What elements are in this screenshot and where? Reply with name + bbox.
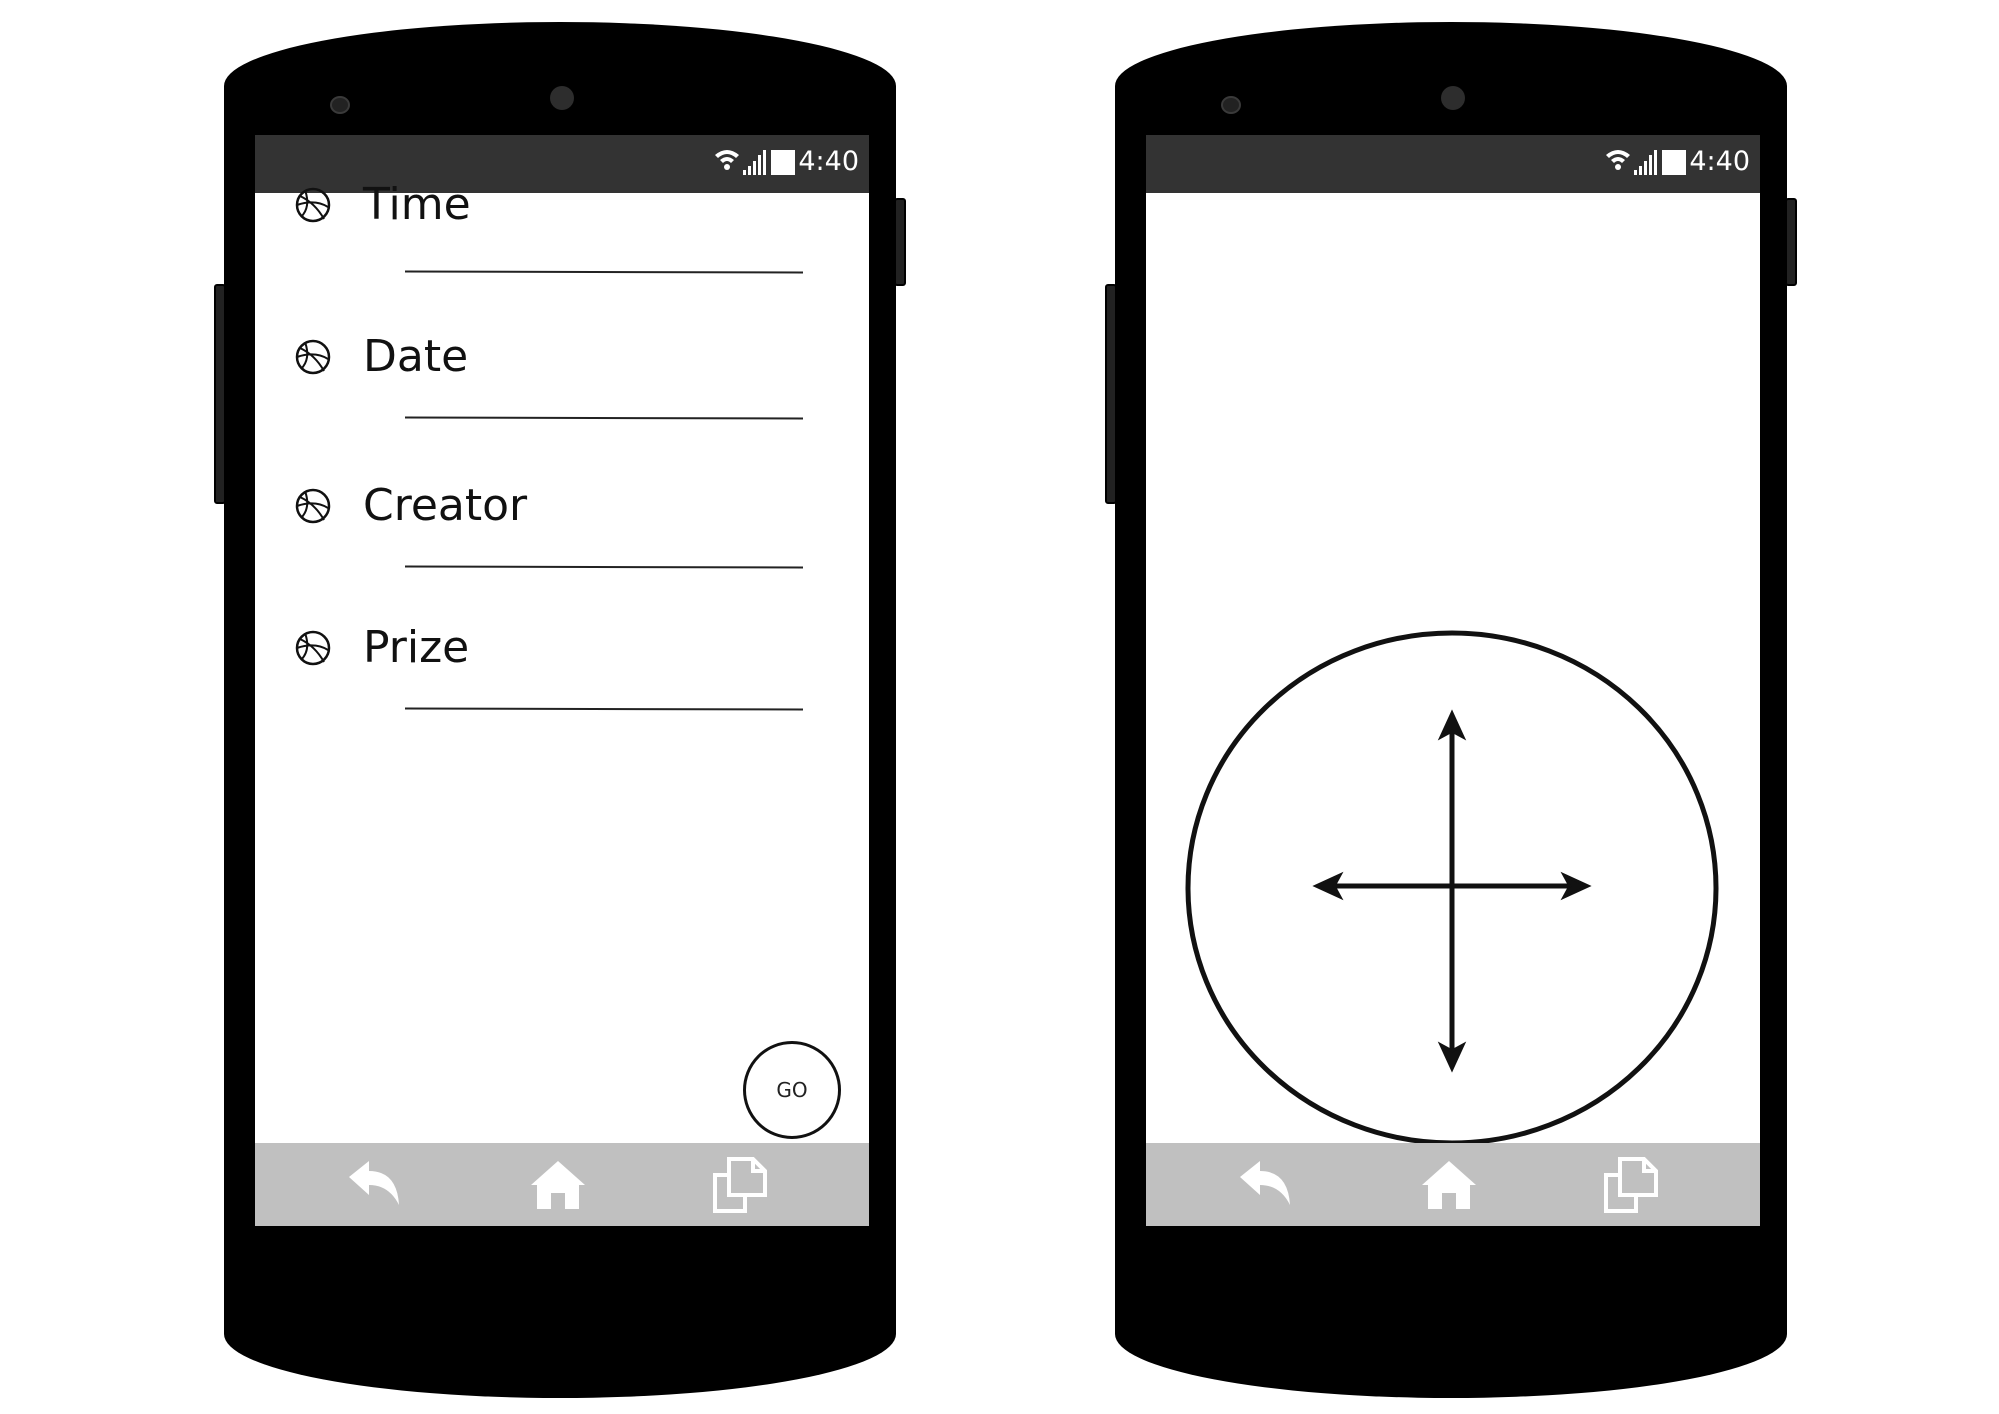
status-icons bbox=[1606, 150, 1686, 175]
volume-button bbox=[214, 284, 226, 504]
battery-icon bbox=[771, 150, 795, 175]
speaker-icon bbox=[1221, 96, 1241, 114]
dribbble-ball-icon bbox=[295, 339, 331, 375]
form-row-prize[interactable]: Prize bbox=[293, 622, 833, 728]
volume-button bbox=[1105, 284, 1117, 504]
field-underline[interactable] bbox=[404, 270, 804, 274]
status-icons bbox=[715, 150, 795, 175]
signal-icon bbox=[1634, 150, 1657, 175]
dribbble-ball-icon bbox=[295, 187, 331, 223]
joystick-control[interactable] bbox=[1184, 629, 1720, 1147]
go-button[interactable]: GO bbox=[743, 1041, 841, 1139]
back-icon[interactable] bbox=[1234, 1155, 1296, 1215]
home-icon[interactable] bbox=[527, 1155, 589, 1215]
nav-bar bbox=[255, 1143, 869, 1226]
wifi-icon bbox=[1606, 150, 1630, 170]
field-label: Prize bbox=[363, 622, 470, 673]
field-label: Time bbox=[363, 179, 471, 230]
field-underline[interactable] bbox=[404, 416, 804, 420]
nav-bar bbox=[1146, 1143, 1760, 1226]
front-camera-icon bbox=[550, 86, 574, 110]
phone-left: 4:40 Time Date Creator Prize GO bbox=[214, 22, 906, 1398]
wifi-icon bbox=[715, 150, 739, 170]
phone-right: 4:40 bbox=[1105, 22, 1797, 1398]
status-time: 4:40 bbox=[1689, 146, 1750, 177]
speaker-icon bbox=[330, 96, 350, 114]
home-icon[interactable] bbox=[1418, 1155, 1480, 1215]
four-way-arrow-icon bbox=[1312, 709, 1592, 1073]
form-row-time[interactable]: Time bbox=[293, 179, 833, 285]
signal-icon bbox=[743, 150, 766, 175]
status-time: 4:40 bbox=[798, 146, 859, 177]
power-button bbox=[894, 198, 906, 286]
field-underline[interactable] bbox=[404, 565, 804, 569]
battery-icon bbox=[1662, 150, 1686, 175]
form-row-creator[interactable]: Creator bbox=[293, 480, 833, 586]
field-underline[interactable] bbox=[404, 707, 804, 711]
back-icon[interactable] bbox=[343, 1155, 405, 1215]
field-label: Date bbox=[363, 331, 469, 382]
status-bar: 4:40 bbox=[1146, 135, 1760, 193]
dribbble-ball-icon bbox=[295, 488, 331, 524]
recents-icon[interactable] bbox=[1600, 1155, 1662, 1215]
screen: 4:40 bbox=[1146, 135, 1760, 1226]
recents-icon[interactable] bbox=[709, 1155, 771, 1215]
form-row-date[interactable]: Date bbox=[293, 331, 833, 437]
screen: 4:40 Time Date Creator Prize GO bbox=[255, 135, 869, 1226]
front-camera-icon bbox=[1441, 86, 1465, 110]
dribbble-ball-icon bbox=[295, 630, 331, 666]
power-button bbox=[1785, 198, 1797, 286]
field-label: Creator bbox=[363, 480, 528, 531]
